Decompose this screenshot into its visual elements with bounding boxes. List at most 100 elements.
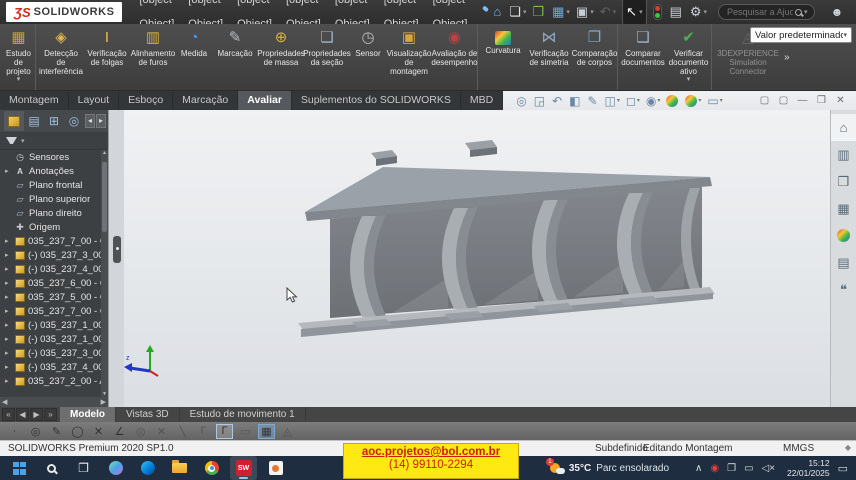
markup-button[interactable]: ✎ Marcação (212, 24, 258, 90)
print-icon[interactable]: ▣ ▾ (576, 0, 594, 24)
search-caret-icon[interactable]: ▾ (804, 8, 808, 16)
save-icon[interactable]: ▦ ▾ (552, 0, 570, 24)
hide-show-items-icon[interactable]: ◉ ▾ (646, 94, 661, 108)
section-properties-button[interactable]: ❏ Propriedades da seção (304, 24, 350, 90)
taskpane-custom-properties-icon[interactable]: ▤ (831, 249, 856, 276)
taskpane-forum-icon[interactable]: ❝ (831, 276, 856, 303)
weather-widget[interactable]: 1 35°C Parc ensolarado (550, 462, 681, 474)
chrome-button[interactable] (198, 456, 225, 480)
expand-arrow-icon[interactable]: ▸ (5, 377, 14, 385)
expand-arrow-icon[interactable]: ▸ (5, 293, 14, 301)
new-window-icon[interactable]: ▢ (755, 91, 774, 110)
tree-item-component[interactable]: ▸ 035_237_2_00 - A (0, 374, 101, 388)
filter-caret-icon[interactable]: ▾ (21, 137, 25, 145)
rebuild-traffic-light-icon[interactable] (653, 4, 664, 20)
arc-tool-icon[interactable]: ◎ (132, 424, 149, 439)
child-close-button[interactable]: ✕ (831, 91, 850, 110)
document-tab[interactable]: Modelo (60, 407, 116, 422)
assembly-visualization-button[interactable]: ▣ Visualização de montagem (386, 24, 432, 90)
search-icon[interactable] (795, 9, 802, 16)
splitter-collapse-handle[interactable] (113, 236, 121, 263)
measure-button[interactable]: ◔ Medida (176, 24, 212, 90)
trim-tool-icon[interactable]: ✕ (90, 424, 107, 439)
check-active-document-button[interactable]: ✔ Verificar documento ativo ▾ (666, 24, 712, 90)
command-tab[interactable]: Marcação (173, 91, 238, 110)
command-tab[interactable]: Avaliar (238, 91, 292, 110)
tree-item-component[interactable]: ▸ (-) 035_237_4_00 - Ch (0, 262, 101, 276)
taskpane-appearances-icon[interactable] (831, 222, 856, 249)
slot-tool-icon[interactable]: ▭ (237, 424, 254, 439)
edge-button[interactable] (134, 456, 161, 480)
propertymanager-tab[interactable]: ▤ (24, 111, 44, 131)
configuration-dropdown[interactable]: Valor predeterminado ▾ (750, 27, 852, 43)
view-settings-icon[interactable]: ▭ ▾ (707, 94, 722, 108)
tree-item-component[interactable]: ▸ (-) 035_237_3_00 - Ch (0, 346, 101, 360)
undo-icon[interactable]: ↶ ▾ (600, 0, 616, 24)
tree-horizontal-scrollbar[interactable]: ◀ ▶ (0, 397, 108, 407)
clearance-verification-button[interactable]: I Verificação de folgas (84, 24, 130, 90)
pin-icon[interactable] (477, 8, 484, 15)
sensor-button[interactable]: ◷ Sensor (350, 24, 386, 90)
taskpane-design-library-icon[interactable]: ▥ (831, 141, 856, 168)
section-view-icon[interactable]: ◧ (569, 94, 581, 108)
select-cursor-icon[interactable]: ↖ ▾ (622, 0, 646, 25)
expand-arrow-icon[interactable]: ▸ (5, 335, 14, 343)
curvature-button[interactable]: Curvatura (480, 24, 526, 90)
tree-item-component[interactable]: ▸ (-) 035_237_4_00 - Ch (0, 360, 101, 374)
user-account-icon[interactable]: ☻ (831, 5, 844, 19)
new-document-icon[interactable]: ❏ ▾ (509, 0, 526, 24)
network-icon[interactable]: ▭ (744, 463, 753, 474)
taskpane-file-explorer-icon[interactable]: ❒ (831, 168, 856, 195)
zoom-to-area-icon[interactable]: ◲ (534, 94, 546, 108)
ellipse-tool-icon[interactable]: ◯ (69, 424, 86, 439)
tree-item-component[interactable]: ▸ (-) 035_237_1_00 - Ar (0, 332, 101, 346)
taskbar-clock[interactable]: 15:12 22/01/2025 (787, 458, 830, 478)
expand-arrow-icon[interactable]: ▸ (5, 321, 14, 329)
symmetry-check-button[interactable]: ⋈ Verificação de simetria (526, 24, 572, 90)
tree-vertical-scrollbar[interactable]: ▲ ▼ (101, 150, 108, 397)
tree-item-component[interactable]: ▸ (-) 035_237_3_00 - Ch (0, 248, 101, 262)
annotation-views-icon[interactable]: ✎ (587, 94, 598, 108)
tree-item-sensores[interactable]: ◷ Sensores (0, 150, 101, 164)
document-tab[interactable]: Vistas 3D (116, 407, 180, 422)
tree-filter-row[interactable]: ▾ (0, 132, 108, 150)
child-minimize-button[interactable]: — (793, 91, 812, 110)
start-button[interactable] (6, 456, 33, 480)
circle-tool-icon[interactable]: ◎ (27, 424, 44, 439)
tree-item-origem[interactable]: ✚ Origem (0, 220, 101, 234)
taskbar-search-button[interactable] (38, 456, 65, 480)
tray-expand-icon[interactable]: ∧ (695, 463, 702, 474)
3d-viewport[interactable]: z (124, 110, 830, 407)
expand-arrow-icon[interactable]: ▸ (5, 349, 14, 357)
scroll-left-icon[interactable]: ◀ (2, 398, 7, 406)
polyline-tool-icon[interactable]: Γ (216, 424, 233, 439)
command-tab[interactable]: Suplementos do SOLIDWORKS (292, 91, 461, 110)
help-search-input[interactable] (725, 6, 795, 18)
home-icon[interactable]: ⌂ (493, 0, 503, 24)
scroll-up-icon[interactable]: ▲ (101, 150, 108, 156)
copilot-button[interactable] (102, 456, 129, 480)
expand-arrow-icon[interactable]: ▸ (5, 167, 14, 175)
command-tab[interactable]: Montagem (0, 91, 69, 110)
mass-properties-button[interactable]: ⊕ Propriedades de massa (258, 24, 304, 90)
tree-item-anotacoes[interactable]: ▸ A Anotações (0, 164, 101, 178)
units-label[interactable]: MMGS (783, 443, 814, 454)
hole-alignment-button[interactable]: ▥ Alinhamento de furos (130, 24, 176, 90)
taskpane-home-icon[interactable]: ⌂ (831, 114, 856, 141)
task-view-button[interactable]: ❐ (70, 456, 97, 480)
apply-scene-icon[interactable]: ▾ (685, 95, 701, 107)
cast-icon[interactable]: ❐ (727, 463, 736, 474)
solidworks-taskbar-button[interactable]: SW (230, 456, 257, 480)
tree-item-component[interactable]: ▸ 035_237_5_00 - Chap (0, 290, 101, 304)
fillet-tool-icon[interactable]: ◬ (279, 424, 296, 439)
previous-view-icon[interactable]: ↶ (552, 94, 563, 108)
open-icon[interactable]: ❒ (532, 0, 546, 24)
tabs-scroll-right[interactable]: ▸ (96, 114, 106, 128)
line-tool-icon[interactable]: ✎ (48, 424, 65, 439)
child-restore-button[interactable]: ❐ (812, 91, 831, 110)
options-list-icon[interactable]: ▤ (670, 0, 684, 24)
ribbon-overflow-icon[interactable]: » (784, 52, 790, 63)
expand-arrow-icon[interactable]: ▸ (5, 363, 14, 371)
notification-center-icon[interactable]: ▭ (838, 462, 848, 475)
help-search-box[interactable]: ▾ (718, 4, 815, 20)
